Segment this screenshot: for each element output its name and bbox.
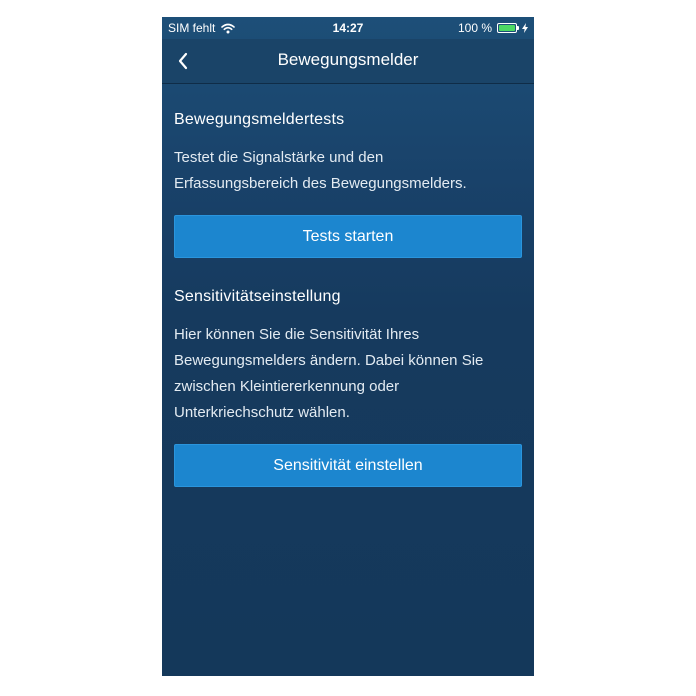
battery-percent: 100 % xyxy=(457,21,492,35)
status-bar: SIM fehlt 14:27 100 % xyxy=(162,17,534,39)
status-right: 100 % xyxy=(458,21,528,35)
test-description-line: Testet die Signalstärke und den xyxy=(174,149,384,166)
start-tests-button[interactable]: Tests starten xyxy=(174,215,522,258)
test-section: Bewegungsmeldertests xyxy=(174,111,522,129)
sensitivity-description-line: Bewegungsmelders ändern. Dabei können Si… xyxy=(174,352,484,369)
sensitivity-section-description: Hier können Sie die Sensitivität Ihres B… xyxy=(174,322,522,426)
test-description-line: Erfassungsbereich des Bewegungsmelders. xyxy=(174,175,467,192)
test-section-description: Testet die Signalstärke und den Erfassun… xyxy=(174,145,522,197)
battery-fill xyxy=(499,25,515,31)
sensitivity-section: Sensitivitätseinstellung xyxy=(174,288,522,306)
set-sensitivity-button[interactable]: Sensitivität einstellen xyxy=(174,444,522,487)
battery-icon xyxy=(497,23,519,33)
sensitivity-description-line: Hier können Sie die Sensitivität Ihres xyxy=(174,326,420,343)
test-section-heading: Bewegungsmeldertests xyxy=(174,111,345,128)
navigation-bar: Bewegungsmelder xyxy=(162,39,534,84)
charging-bolt-icon xyxy=(522,23,528,33)
sensitivity-description-line: Unterkriechschutz wählen. xyxy=(174,404,350,421)
sensitivity-description-line: zwischen Kleintiererkennung oder xyxy=(174,378,400,395)
sensitivity-section-heading: Sensitivitätseinstellung xyxy=(174,288,341,305)
phone-screen: SIM fehlt 14:27 100 % Bewegungsmelder Be… xyxy=(162,17,534,676)
page-title: Bewegungsmelder xyxy=(277,50,419,69)
